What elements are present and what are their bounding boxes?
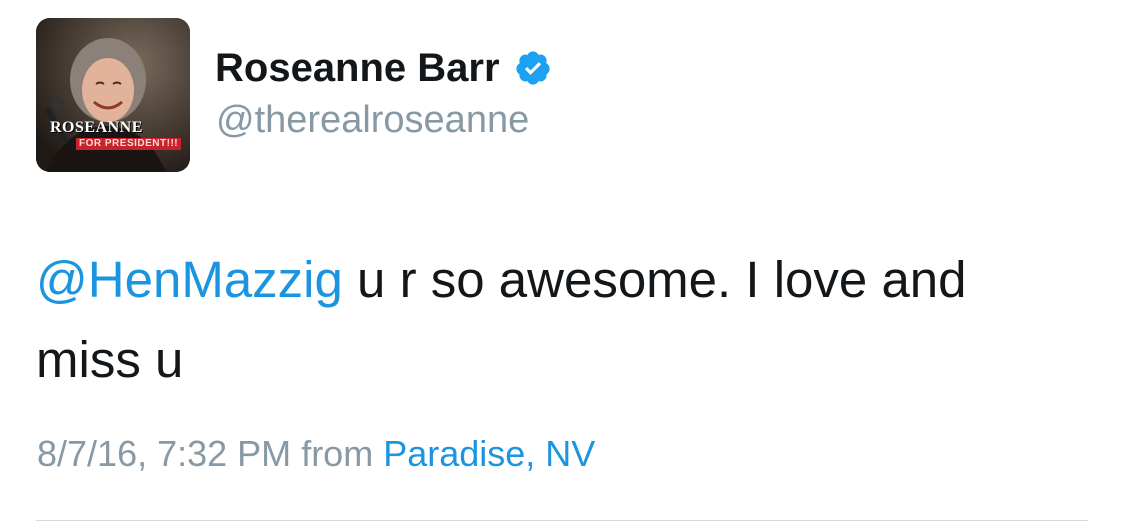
tweet-card: ROSEANNE FOR PRESIDENT!!! Roseanne Barr … (0, 0, 1125, 528)
mention-link[interactable]: @HenMazzig (36, 251, 343, 308)
tweet-text: @HenMazzig u r so awesome. I love and mi… (36, 240, 1036, 400)
from-label: from (301, 433, 374, 474)
display-name[interactable]: Roseanne Barr (215, 44, 500, 92)
timestamp[interactable]: 8/7/16, 7:32 PM (37, 433, 291, 474)
location-link[interactable]: Paradise, NV (383, 433, 595, 474)
tweet-meta: 8/7/16, 7:32 PM from Paradise, NV (37, 432, 595, 476)
divider (36, 520, 1088, 521)
verified-badge-icon (514, 49, 552, 87)
name-row: Roseanne Barr (215, 44, 552, 92)
avatar-brand-text: ROSEANNE (50, 119, 143, 136)
user-handle[interactable]: @therealroseanne (216, 98, 529, 142)
avatar-brand-subtext: FOR PRESIDENT!!! (76, 138, 182, 150)
avatar[interactable]: ROSEANNE FOR PRESIDENT!!! (36, 18, 190, 172)
